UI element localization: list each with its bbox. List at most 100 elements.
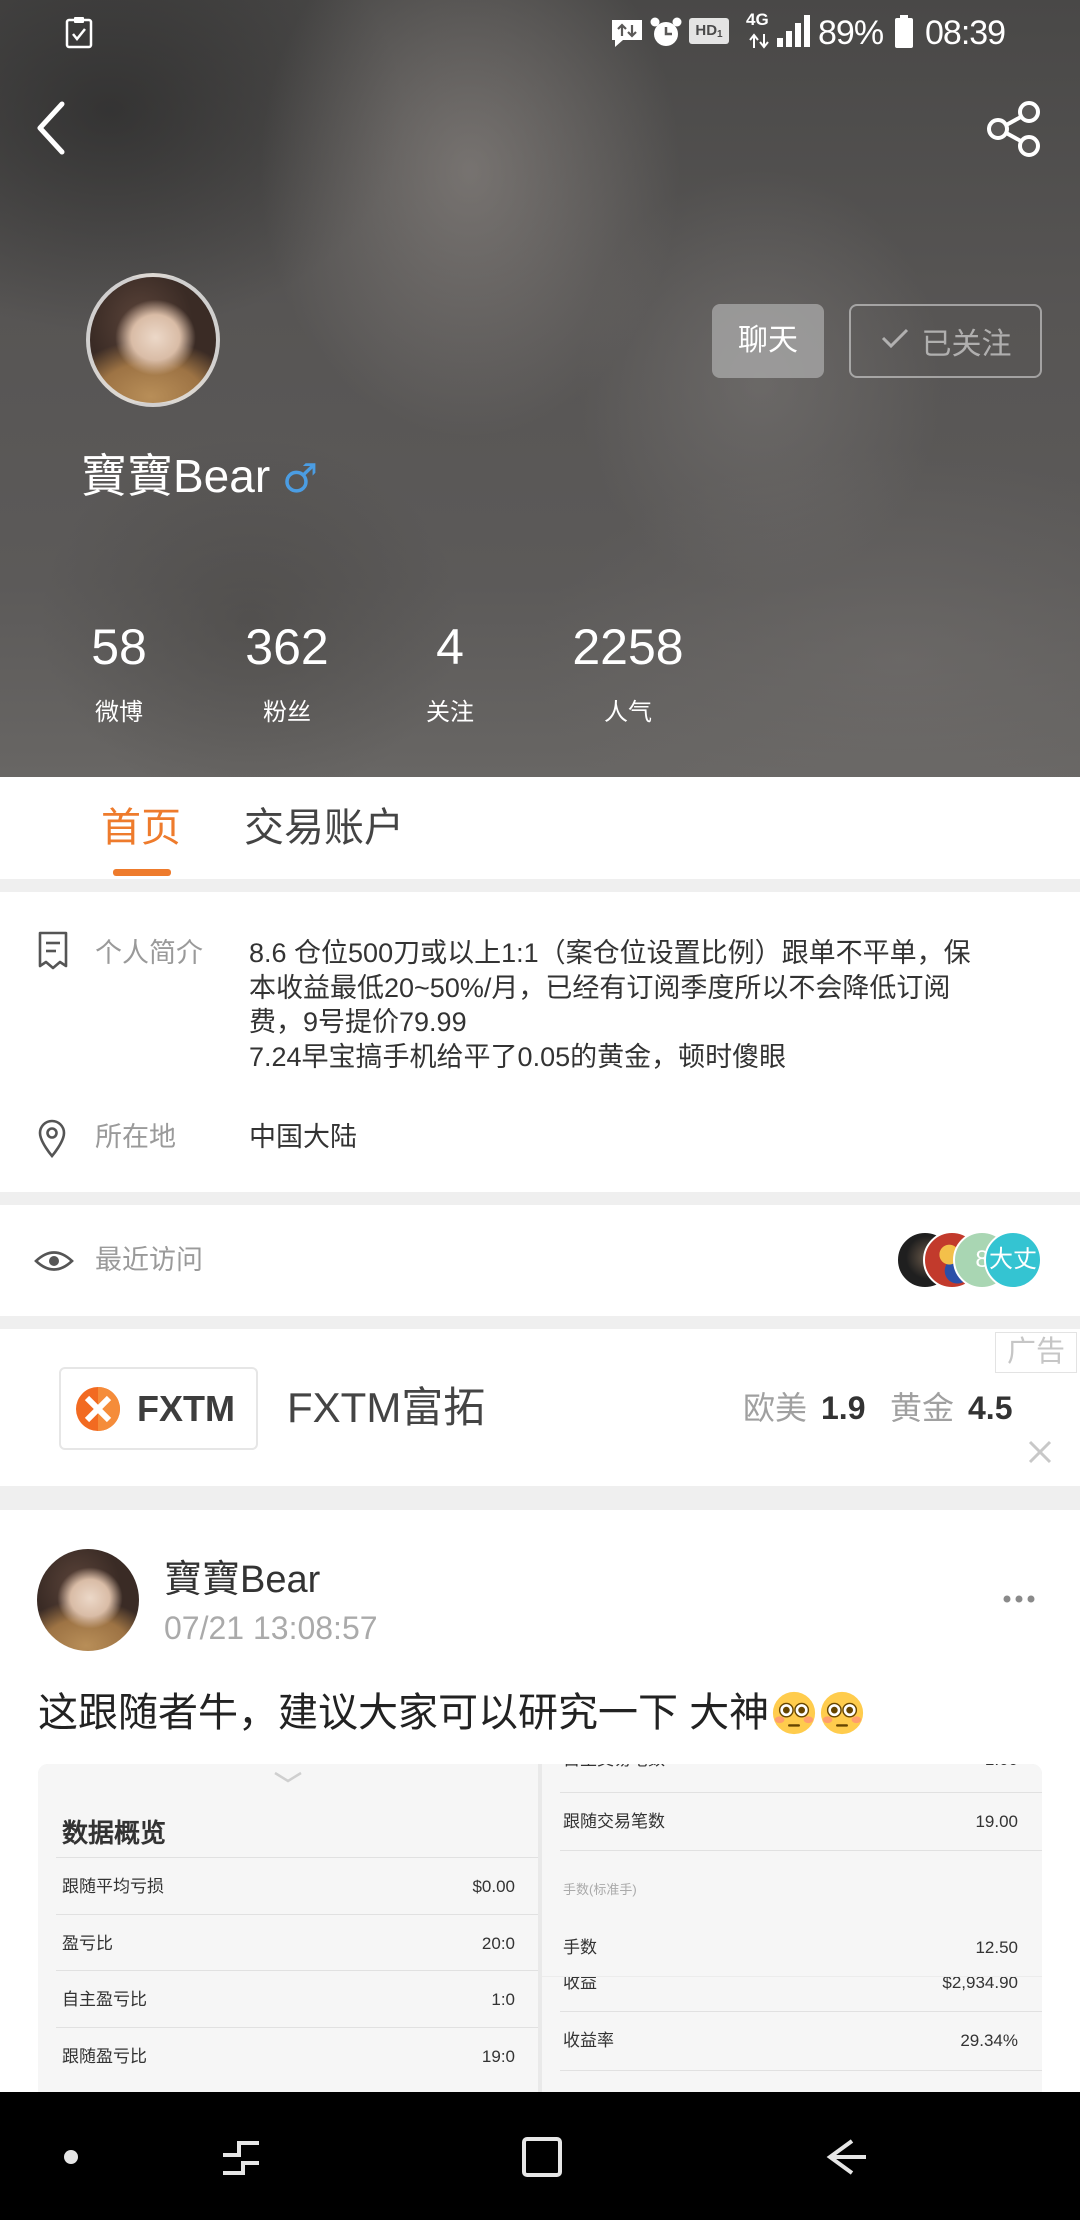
stat-following[interactable]: 4 关注	[350, 617, 550, 737]
male-gender-icon: ♂	[282, 456, 319, 502]
quote-label: 欧美	[743, 1390, 808, 1426]
fxtm-logo-text: FXTM	[137, 1388, 235, 1429]
intro-line: 7.24早宝搞手机给平了0.05的黄金，顿时傻眼	[249, 1041, 787, 1072]
stat-row: 收益率 29.34%	[563, 2029, 1018, 2053]
follow-button[interactable]: 已关注	[849, 304, 1042, 378]
share-icon[interactable]	[984, 99, 1044, 159]
intro-label: 个人简介	[95, 938, 203, 968]
image-seam-block: 收益 $2,934.90 收益率 29.34%	[542, 1976, 1042, 2092]
row-divider	[56, 2027, 538, 2028]
alarm-icon	[649, 15, 683, 49]
profile-header: HD1 4G 89% 08:39 聊天 已关注 寶寶Bear ♂ 58 微博 36…	[0, 0, 1080, 777]
stat-popularity[interactable]: 2258 人气	[528, 617, 728, 737]
recent-visits-label: 最近访问	[95, 1245, 203, 1275]
location-pin-icon	[36, 1117, 68, 1159]
nav-dot-icon[interactable]	[64, 2150, 78, 2164]
profile-name-line: 寶寶Bear ♂	[81, 448, 318, 504]
intro-line: 8.6 仓位500刀或以上1:1（案仓位设置比例）跟单不平单，保	[249, 938, 971, 968]
check-icon	[880, 324, 910, 358]
clock: 08:39	[925, 14, 1006, 52]
tab-trading-account[interactable]: 交易账户	[224, 803, 424, 853]
status-bar: HD1 4G 89% 08:39	[0, 0, 1080, 70]
ad-banner[interactable]: 广告 FXTM FXTM富拓 欧美 1.9 黄金 4.5	[0, 1329, 1080, 1486]
recent-visits-section[interactable]: 最近访问 8 大丈	[0, 1205, 1080, 1316]
flushed-face-icon	[771, 1690, 817, 1736]
row-divider	[56, 1857, 538, 1858]
signal-icon	[776, 14, 810, 48]
location-label: 所在地	[95, 1122, 176, 1152]
network-type: 4G	[746, 10, 769, 29]
stat-label: 人气	[604, 699, 652, 726]
recent-apps-icon[interactable]	[217, 2135, 265, 2179]
quote-label: 黄金	[890, 1390, 955, 1426]
stat-row-label: 跟随交易笔数	[563, 1812, 665, 1831]
row-divider	[560, 2011, 1042, 2012]
profile-avatar[interactable]	[86, 273, 220, 407]
row-divider	[560, 1792, 1042, 1793]
document-icon	[36, 930, 70, 972]
fxtm-logo-icon	[73, 1384, 123, 1434]
stat-row-value: 1:0	[491, 1990, 515, 2009]
row-divider	[560, 1850, 1042, 1851]
data-arrows-icon	[748, 33, 770, 49]
message-icon	[609, 17, 645, 49]
visitor-avatar[interactable]: 大丈	[984, 1231, 1042, 1289]
overview-title: 数据概览	[62, 1818, 167, 1848]
stat-row-label: 自主交易笔数	[563, 1764, 665, 1772]
stat-row-label: 自主盈亏比	[62, 1990, 147, 2009]
lots-section-label: 手数(标准手)	[563, 1882, 637, 1897]
stat-row: 跟随盈亏比 19:0	[62, 2045, 515, 2069]
location-value: 中国大陆	[249, 1122, 357, 1152]
task-check-icon	[64, 16, 94, 50]
home-icon[interactable]	[520, 2135, 564, 2179]
row-divider	[560, 2070, 1042, 2071]
quote-value: 1.9	[821, 1390, 866, 1426]
stat-row-value: $2,934.90	[942, 1976, 1018, 1992]
post-author-avatar[interactable]	[37, 1549, 139, 1651]
tab-home[interactable]: 首页	[81, 803, 201, 853]
stat-row-value: 20:0	[481, 1934, 515, 1953]
ad-title: FXTM富拓	[287, 1384, 486, 1431]
stat-row-label: 盈亏比	[62, 1934, 113, 1953]
battery-percent: 89%	[818, 14, 884, 52]
row-divider	[56, 1914, 538, 1915]
post-card: 寶寶Bear 07/21 13:08:57 这跟随者牛，建议大家可以研究一下 大…	[0, 1510, 1080, 2092]
stat-row-label: 收益	[563, 1976, 597, 1992]
post-image[interactable]: 数据概览 跟随平均亏损 $0.00 盈亏比 20:0 自主盈亏比 1:0 跟随盈…	[38, 1764, 1042, 2092]
battery-icon	[894, 15, 914, 49]
nav-back-icon[interactable]	[822, 2135, 870, 2179]
row-divider	[56, 1970, 538, 1971]
ad-badge: 广告	[995, 1332, 1077, 1373]
back-arrow-icon[interactable]	[30, 98, 74, 158]
chat-button[interactable]: 聊天	[712, 304, 824, 378]
stat-row: 自主交易笔数 1.00	[563, 1764, 1018, 1772]
close-icon[interactable]	[1026, 1438, 1054, 1466]
system-nav-bar	[0, 2092, 1080, 2220]
intro-text: 8.6 仓位500刀或以上1:1（案仓位设置比例）跟单不平单，保 本收益最低20…	[249, 936, 1049, 1074]
hd-label: HD	[695, 22, 718, 39]
active-tab-indicator	[113, 869, 171, 876]
intro-line: 本收益最低20~50%/月，已经有订阅季度所以不会降低订阅	[249, 972, 951, 1003]
follow-button-label: 已关注	[921, 328, 1012, 361]
stat-row-value: 29.34%	[960, 2031, 1018, 2050]
profile-info-section: 个人简介 8.6 仓位500刀或以上1:1（案仓位设置比例）跟单不平单，保 本收…	[0, 892, 1080, 1192]
quote-value: 4.5	[968, 1390, 1013, 1426]
post-image-left-panel: 数据概览 跟随平均亏损 $0.00 盈亏比 20:0 自主盈亏比 1:0 跟随盈…	[38, 1764, 538, 2092]
stat-value: 4	[436, 619, 464, 675]
post-text-content: 这跟随者牛，建议大家可以研究一下 大神	[38, 1691, 770, 1735]
stat-row: 手数 12.50	[563, 1936, 1018, 1960]
post-image-right-panel: 自主交易笔数 1.00 跟随交易笔数 19.00 手数(标准手) 手数 12.5…	[542, 1764, 1042, 2092]
stat-row-value: 19.00	[975, 1812, 1018, 1831]
post-author[interactable]: 寶寶Bear	[164, 1558, 320, 1602]
more-options-icon[interactable]	[1002, 1592, 1036, 1604]
stat-row: 跟随交易笔数 19.00	[563, 1810, 1018, 1834]
post-text: 这跟随者牛，建议大家可以研究一下 大神	[38, 1689, 865, 1737]
intro-line: 费，9号提价79.99	[249, 1007, 467, 1037]
stat-row: 跟随平均亏损 $0.00	[62, 1875, 515, 1899]
chevron-down-icon	[273, 1770, 303, 1783]
stat-value: 2258	[572, 619, 684, 675]
hd-sub: 1	[717, 29, 723, 40]
profile-name: 寶寶Bear	[81, 450, 271, 502]
stat-row-value: 1.00	[985, 1764, 1018, 1772]
stat-row-label: 收益率	[563, 2031, 614, 2050]
